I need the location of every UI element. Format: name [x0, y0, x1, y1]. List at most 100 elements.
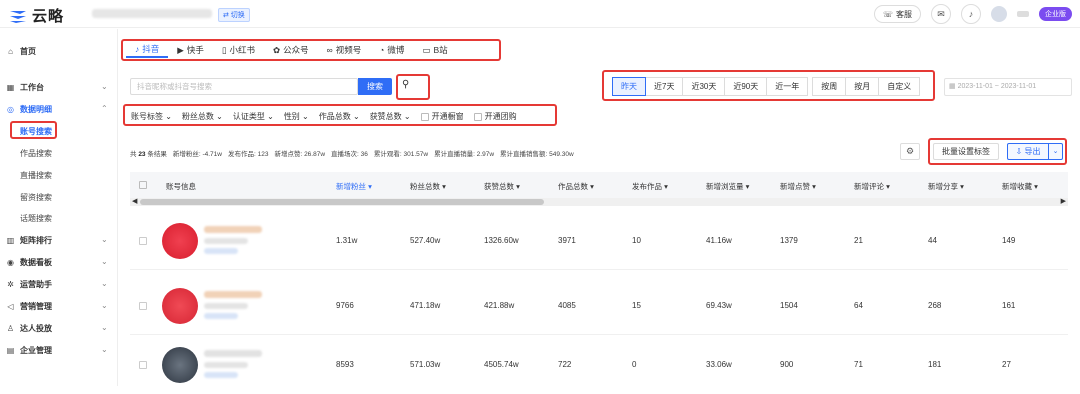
- scroll-thumb[interactable]: [140, 199, 544, 205]
- sidebar: ⌂ 首页 ▦ 工作台 ⌄ ◎ 数据明细 ⌃ 账号搜索 作品搜索 直播搜索 留资搜…: [0, 29, 118, 386]
- date-btn-yesterday[interactable]: 昨天: [612, 77, 646, 96]
- sidebar-item-talent[interactable]: ♙ 达人投放 ⌄: [6, 323, 116, 334]
- sidebar-item-dashboard[interactable]: ◉ 数据看板 ⌄: [6, 257, 116, 268]
- video-icon: ▶: [177, 44, 184, 55]
- date-btn-month[interactable]: 按月: [845, 77, 880, 96]
- tab-wechat-official[interactable]: ✿ 公众号: [264, 42, 318, 58]
- sidebar-sub-topic-search[interactable]: 话题搜索: [20, 213, 52, 224]
- sidebar-item-ops[interactable]: ✲ 运营助手 ⌄: [6, 279, 116, 290]
- table-row[interactable]: 1.31w 527.40w 1326.60w 3971 10 41.16w 13…: [130, 212, 1068, 270]
- cell-new-comments: 64: [854, 301, 863, 310]
- sidebar-sub-live-search[interactable]: 直播搜索: [20, 170, 52, 181]
- avatar: [162, 223, 198, 259]
- bell-icon[interactable]: ♪: [961, 4, 981, 24]
- row-checkbox[interactable]: [139, 361, 147, 369]
- filter-account-tag[interactable]: 账号标签 ⌄: [131, 111, 172, 122]
- col-new-comments[interactable]: 新增评论 ▾: [854, 181, 890, 192]
- batch-tag-button[interactable]: 批量设置标签: [933, 143, 999, 160]
- switch-button[interactable]: ⇄ 切换: [218, 8, 250, 22]
- checkbox-groupbuy[interactable]: 开通团购: [473, 111, 517, 122]
- filter-works-total[interactable]: 作品总数 ⌄: [319, 111, 360, 122]
- col-total-followers[interactable]: 粉丝总数 ▾: [410, 181, 446, 192]
- filter-person-icon[interactable]: ⚲: [402, 79, 409, 90]
- table-row[interactable]: 9766 471.18w 421.88w 4085 15 69.43w 1504…: [130, 277, 1068, 335]
- cell-new-shares: 268: [928, 301, 942, 310]
- select-all-checkbox[interactable]: [139, 181, 147, 189]
- wechat-icon: ✿: [273, 44, 281, 55]
- export-button[interactable]: ⇩ 导出: [1007, 143, 1049, 160]
- settings-gear-icon[interactable]: ⚙: [900, 143, 920, 160]
- cell-new-views: 33.06w: [706, 360, 732, 369]
- row-checkbox[interactable]: [139, 237, 147, 245]
- account-id-blurred: [204, 303, 248, 309]
- filter-likes-total[interactable]: 获赞总数 ⌄: [370, 111, 411, 122]
- tab-bilibili[interactable]: ▭ B站: [413, 42, 456, 58]
- top-bar: 云略 ⇄ 切换 ☏ 客服 ✉ ♪ 企业版: [0, 0, 1080, 28]
- weibo-icon: ◔: [379, 45, 385, 55]
- sidebar-item-marketing[interactable]: ◁ 营销管理 ⌄: [6, 301, 116, 312]
- filter-label: 作品总数: [318, 112, 351, 121]
- sidebar-sub-account-search[interactable]: 账号搜索: [20, 126, 52, 137]
- sidebar-item-workbench[interactable]: ▦ 工作台 ⌄: [6, 82, 116, 93]
- sidebar-item-data-detail[interactable]: ◎ 数据明细 ⌃: [6, 104, 116, 115]
- cell-new-comments: 71: [854, 360, 863, 369]
- tab-weibo[interactable]: ◔ 微博: [370, 42, 413, 58]
- cell-total-followers: 471.18w: [410, 301, 441, 310]
- tab-xiaohongshu[interactable]: ▯ 小红书: [213, 42, 264, 58]
- search-input[interactable]: 抖音昵称或抖音号搜索: [130, 78, 358, 95]
- date-btn-90d[interactable]: 近90天: [724, 77, 768, 96]
- sidebar-item-enterprise[interactable]: ▤ 企业管理 ⌄: [6, 345, 116, 356]
- tab-label: 小红书: [229, 45, 256, 55]
- service-label: 客服: [896, 9, 912, 19]
- avatar[interactable]: [991, 6, 1007, 22]
- sidebar-item-label: 企业管理: [20, 346, 52, 355]
- service-button[interactable]: ☏ 客服: [873, 5, 921, 23]
- date-range-buttons: 昨天 近7天 近30天 近90天 近一年 按周 按月 自定义: [612, 77, 921, 96]
- cell-total-followers: 527.40w: [410, 236, 441, 245]
- date-btn-custom[interactable]: 自定义: [878, 77, 921, 96]
- tab-label: B站: [433, 45, 448, 55]
- col-new-shares[interactable]: 新增分享 ▾: [928, 181, 964, 192]
- scroll-left-icon[interactable]: ◀: [132, 197, 137, 205]
- sidebar-sub-lead-search[interactable]: 留资搜索: [20, 192, 52, 203]
- col-published-works[interactable]: 发布作品 ▾: [632, 181, 668, 192]
- sidebar-item-home[interactable]: ⌂ 首页: [6, 46, 36, 57]
- headset-icon: ☏: [882, 9, 893, 19]
- col-new-views[interactable]: 新增浏览量 ▾: [706, 181, 749, 192]
- col-total-likes[interactable]: 获赞总数 ▾: [484, 181, 520, 192]
- date-range-picker[interactable]: ▦ 2023-11-01 ~ 2023-11-01: [944, 78, 1072, 96]
- scroll-right-icon[interactable]: ▶: [1061, 197, 1066, 205]
- filter-verify-type[interactable]: 认证类型 ⌄: [233, 111, 274, 122]
- chevron-up-icon: ⌃: [101, 104, 108, 113]
- col-total-works[interactable]: 作品总数 ▾: [558, 181, 594, 192]
- account-name-blurred: [204, 350, 262, 357]
- filter-label: 粉丝总数: [181, 112, 214, 121]
- export-dropdown-chevron-icon[interactable]: ⌄: [1049, 143, 1063, 160]
- tab-kuaishou[interactable]: ▶ 快手: [168, 42, 213, 58]
- date-btn-7d[interactable]: 近7天: [645, 77, 684, 96]
- sidebar-item-label: 数据看板: [20, 258, 52, 267]
- col-new-likes[interactable]: 新增点赞 ▾: [780, 181, 816, 192]
- date-btn-30d[interactable]: 近30天: [682, 77, 726, 96]
- sidebar-sub-work-search[interactable]: 作品搜索: [20, 148, 52, 159]
- message-icon[interactable]: ✉: [931, 4, 951, 24]
- filter-follower-total[interactable]: 粉丝总数 ⌄: [182, 111, 223, 122]
- col-new-followers[interactable]: 新增粉丝 ▾: [336, 181, 372, 192]
- filter-gender[interactable]: 性别 ⌄: [284, 111, 309, 122]
- col-new-favorites[interactable]: 新增收藏 ▾: [1002, 181, 1038, 192]
- checkbox-showcase[interactable]: 开通橱窗: [420, 111, 464, 122]
- cell-new-views: 41.16w: [706, 236, 732, 245]
- cell-new-likes: 1504: [780, 301, 798, 310]
- date-btn-week[interactable]: 按周: [812, 77, 847, 96]
- sidebar-item-matrix[interactable]: ▥ 矩阵排行 ⌄: [6, 235, 116, 246]
- horizontal-scrollbar[interactable]: ◀ ▶: [130, 198, 1068, 206]
- logo[interactable]: 云略: [8, 5, 64, 26]
- table-row[interactable]: 8593 571.03w 4505.74w 722 0 33.06w 900 7…: [130, 336, 1068, 394]
- tab-douyin[interactable]: ♪ 抖音: [126, 42, 169, 58]
- gauge-icon: ◉: [7, 258, 14, 267]
- tab-channels[interactable]: ∞ 视频号: [318, 42, 371, 58]
- cog-icon: ✲: [7, 280, 14, 289]
- search-button[interactable]: 搜索: [358, 78, 392, 95]
- date-btn-1y[interactable]: 近一年: [766, 77, 809, 96]
- row-checkbox[interactable]: [139, 302, 147, 310]
